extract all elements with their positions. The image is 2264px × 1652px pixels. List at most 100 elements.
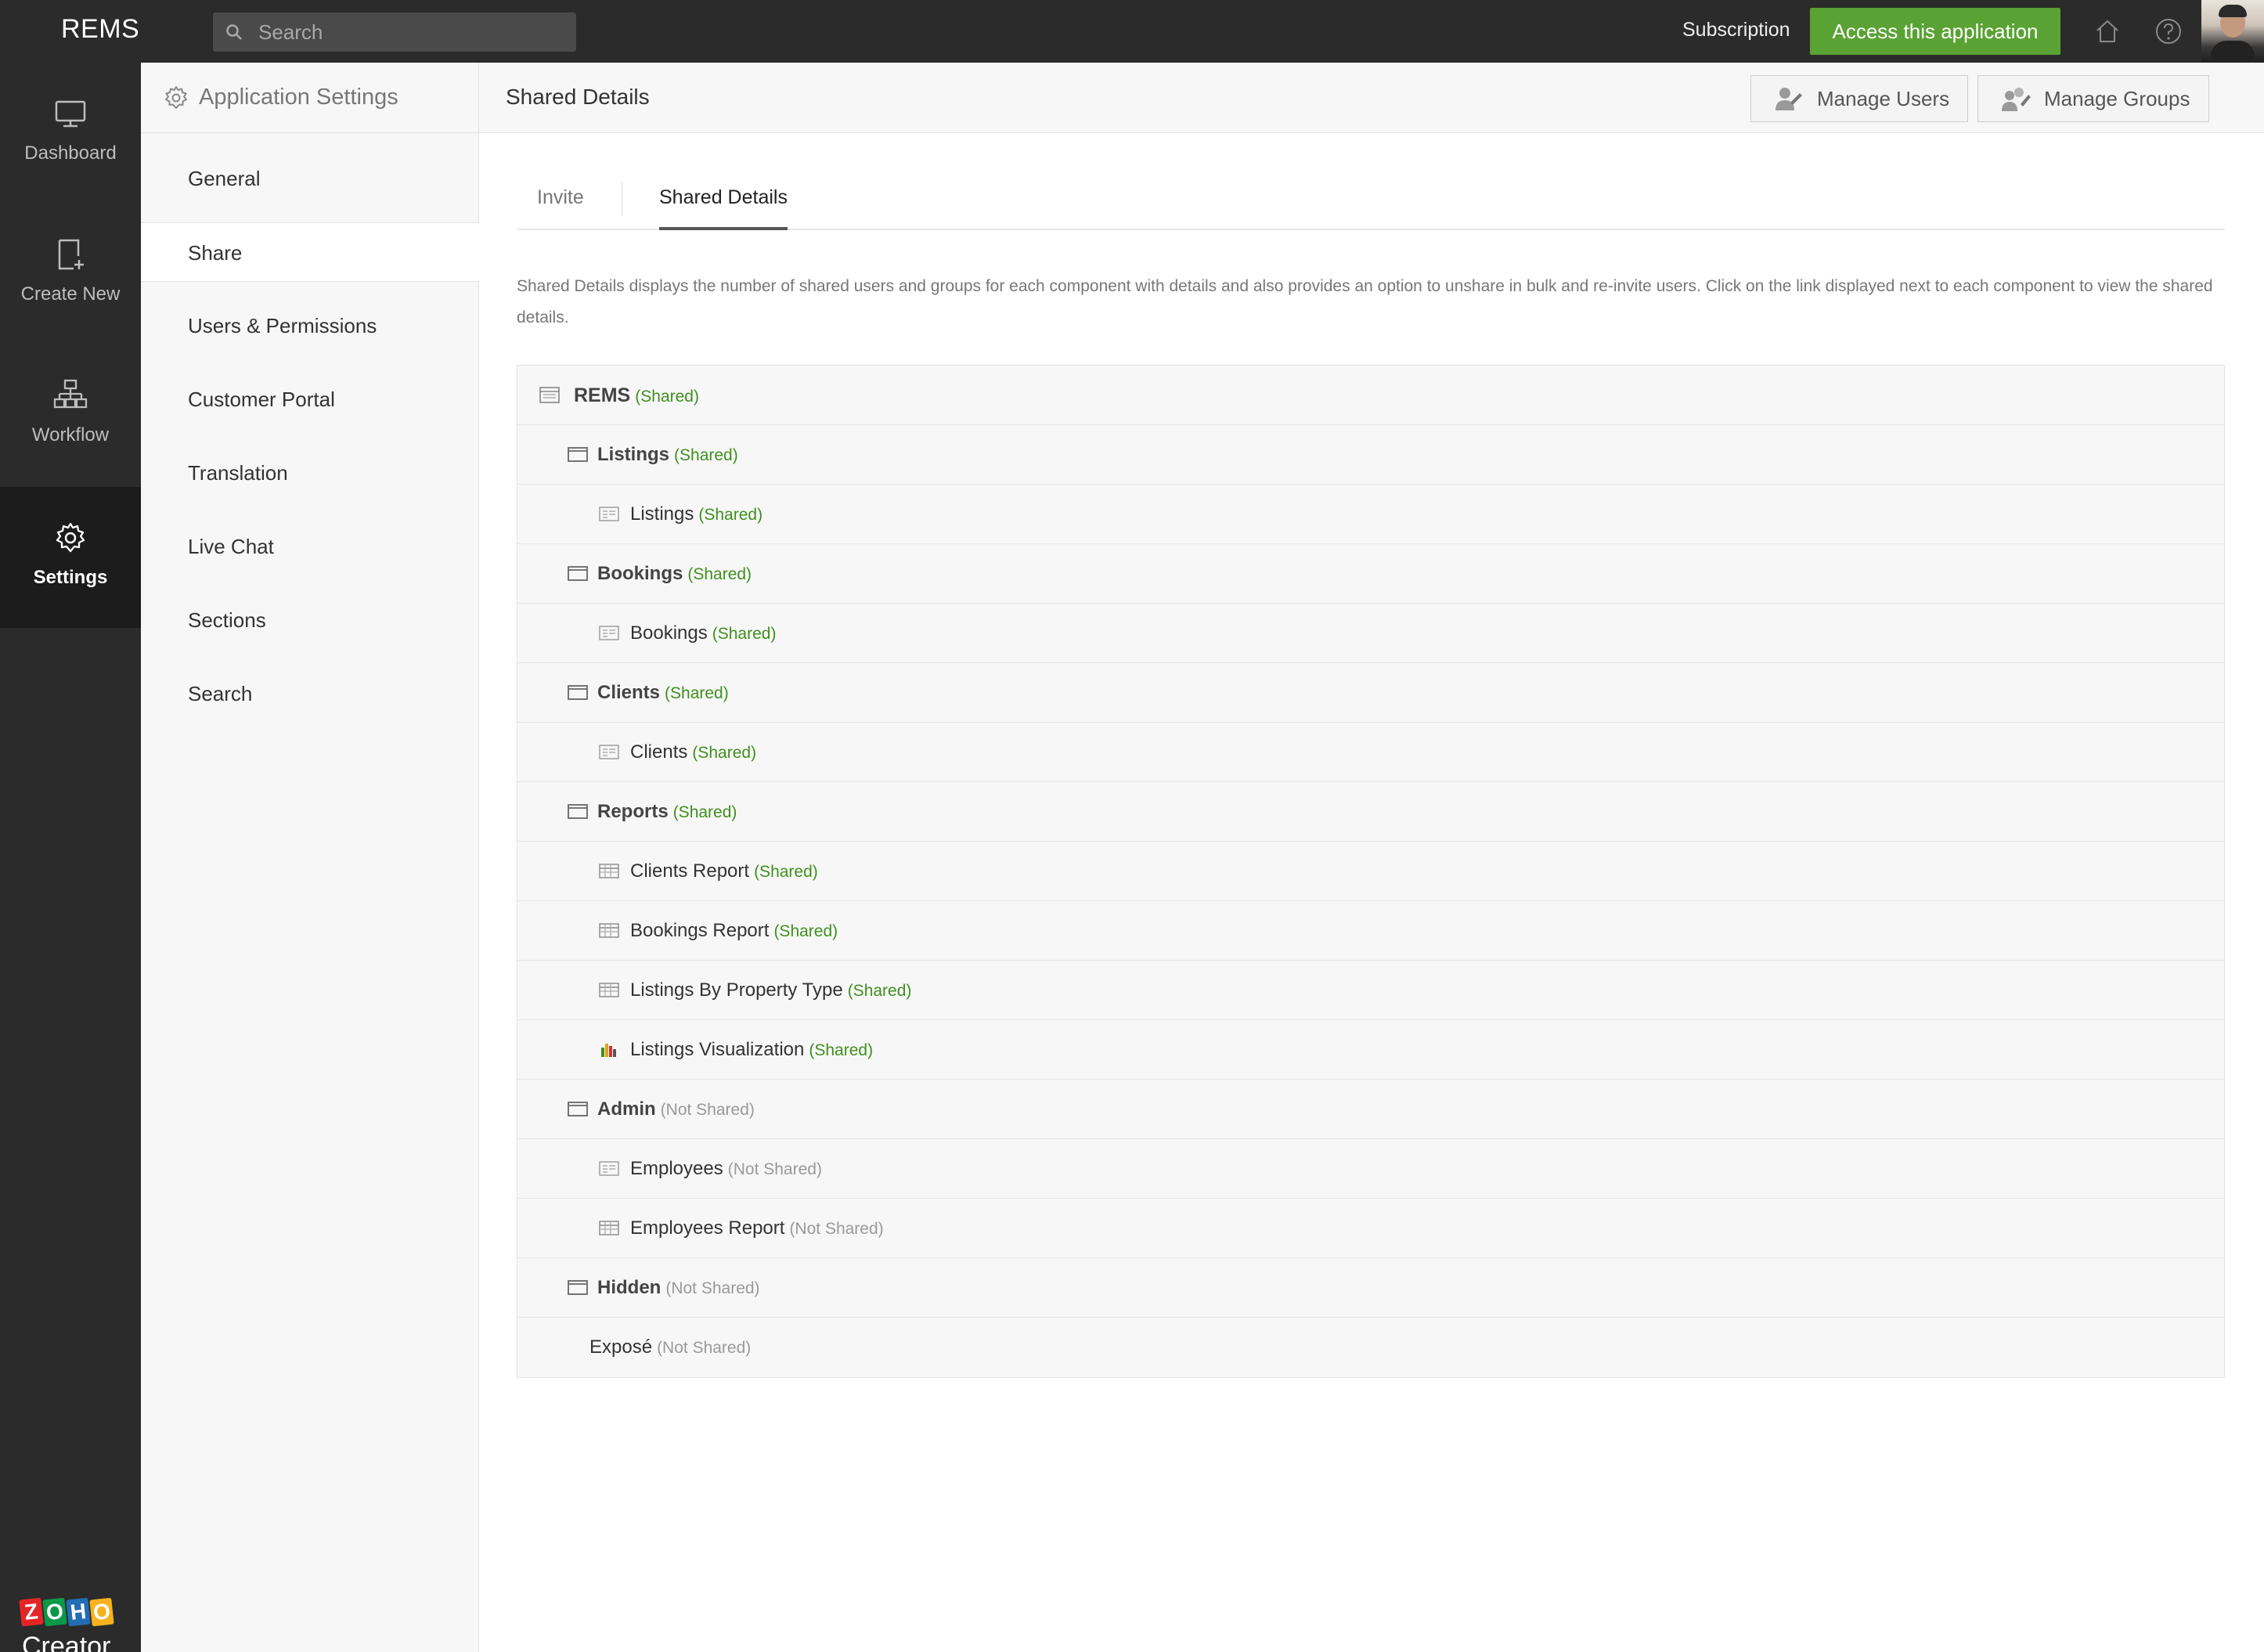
component-name: Employees	[630, 1158, 723, 1179]
share-status-link[interactable]: (Shared)	[773, 922, 838, 940]
section-icon	[568, 447, 588, 462]
manage-groups-button[interactable]: Manage Groups	[1977, 75, 2209, 122]
tree-row[interactable]: REMS (Shared)	[517, 366, 2224, 425]
search-input[interactable]	[258, 19, 564, 45]
component-name: Admin	[597, 1098, 656, 1120]
top-bar: REMS Subscription Access this applicatio…	[0, 0, 2264, 63]
component-name: Employees Report	[630, 1217, 785, 1239]
tree-row[interactable]: Hidden (Not Shared)	[517, 1258, 2224, 1318]
tab-shared-details[interactable]: Shared Details	[659, 186, 788, 230]
tree-row[interactable]: Employees Report (Not Shared)	[517, 1199, 2224, 1258]
tree-row[interactable]: Bookings (Shared)	[517, 544, 2224, 604]
nav-label: Settings	[33, 567, 108, 588]
tree-row[interactable]: Exposé (Not Shared)	[517, 1318, 2224, 1377]
tree-row[interactable]: Employees (Not Shared)	[517, 1139, 2224, 1199]
users-icon	[1776, 88, 1802, 110]
search-box[interactable]	[213, 13, 576, 52]
subscription-link[interactable]: Subscription	[1682, 19, 1790, 41]
form-icon	[599, 1161, 619, 1176]
component-name: Bookings	[597, 563, 683, 584]
home-icon[interactable]	[2093, 17, 2122, 45]
share-status-link[interactable]: (Shared)	[674, 446, 738, 464]
component-name: Bookings	[630, 622, 708, 644]
sidebar-item-sections[interactable]: Sections	[141, 590, 479, 650]
share-status-link[interactable]: (Shared)	[712, 625, 777, 643]
component-name: Listings	[597, 444, 670, 465]
component-name: Exposé	[589, 1336, 653, 1358]
nav-label: Create New	[20, 283, 121, 305]
manage-users-button[interactable]: Manage Users	[1750, 75, 1968, 122]
share-status-link[interactable]: (Shared)	[809, 1041, 873, 1059]
component-name: Listings By Property Type	[630, 979, 843, 1001]
section-icon	[568, 566, 588, 581]
component-name: Reports	[597, 801, 669, 822]
component-name: Clients	[597, 682, 661, 703]
share-status-link[interactable]: (Not Shared)	[665, 1279, 759, 1297]
sidebar-item-share[interactable]: Share	[141, 222, 480, 282]
nav-dashboard[interactable]: Dashboard	[0, 63, 141, 204]
form-icon	[599, 745, 619, 759]
share-status-link[interactable]: (Shared)	[698, 506, 762, 524]
tree-row[interactable]: Listings (Shared)	[517, 485, 2224, 544]
nav-create-new[interactable]: Create New	[0, 204, 141, 344]
share-status-link[interactable]: (Not Shared)	[661, 1101, 755, 1119]
tree-row[interactable]: Listings By Property Type (Shared)	[517, 961, 2224, 1020]
share-status-link[interactable]: (Not Shared)	[728, 1160, 822, 1178]
form-icon	[599, 507, 619, 521]
nav-settings[interactable]: Settings	[0, 487, 141, 628]
share-status-link[interactable]: (Shared)	[665, 684, 729, 702]
component-name: Hidden	[597, 1277, 662, 1298]
user-avatar[interactable]	[2201, 0, 2264, 63]
share-status-link[interactable]: (Shared)	[692, 744, 756, 762]
workflow-icon	[53, 379, 88, 409]
monitor-icon	[55, 100, 86, 128]
sidebar-item-users-permissions[interactable]: Users & Permissions	[141, 296, 479, 355]
create-new-icon	[58, 239, 84, 270]
tab-bar: Invite Shared Details	[517, 179, 2225, 230]
share-status-link[interactable]: (Not Shared)	[657, 1339, 751, 1357]
report-icon	[599, 983, 619, 997]
component-name: Bookings Report	[630, 920, 770, 941]
app-icon	[539, 387, 560, 403]
tree-row[interactable]: Listings (Shared)	[517, 425, 2224, 485]
left-nav: Dashboard Create New Workflow Settings Z…	[0, 63, 141, 1652]
tab-invite[interactable]: Invite	[537, 186, 584, 230]
section-icon	[568, 804, 588, 819]
app-name[interactable]: REMS	[61, 14, 139, 45]
component-name: Clients Report	[630, 860, 750, 882]
report-icon	[599, 864, 619, 878]
report-icon	[599, 923, 619, 938]
section-icon	[568, 1102, 588, 1116]
shared-components-tree: REMS (Shared) Listings (Shared) Listings (Sha…	[517, 365, 2225, 1378]
tree-row[interactable]: Clients (Shared)	[517, 723, 2224, 782]
component-name: Clients	[630, 741, 688, 763]
help-icon[interactable]	[2154, 17, 2183, 45]
tree-row[interactable]: Bookings (Shared)	[517, 604, 2224, 663]
sidebar-item-customer-portal[interactable]: Customer Portal	[141, 370, 479, 429]
tree-row[interactable]: Clients Report (Shared)	[517, 842, 2224, 901]
report-icon	[599, 1221, 619, 1235]
tree-row[interactable]: Listings Visualization (Shared)	[517, 1020, 2224, 1080]
tree-row[interactable]: Reports (Shared)	[517, 782, 2224, 842]
share-status-link[interactable]: (Shared)	[673, 803, 737, 821]
share-status-link[interactable]: (Shared)	[687, 565, 752, 583]
gear-icon	[165, 86, 187, 109]
tree-row[interactable]: Clients (Shared)	[517, 663, 2224, 723]
search-icon	[226, 24, 242, 40]
sidebar-item-general[interactable]: General	[141, 149, 479, 208]
access-application-button[interactable]: Access this application	[1810, 8, 2060, 55]
settings-header: Application Settings	[141, 63, 479, 133]
share-status-link[interactable]: (Not Shared)	[789, 1220, 883, 1238]
zoho-creator-logo: Z O H O Creator	[17, 1597, 127, 1652]
share-status-link[interactable]: (Shared)	[635, 388, 699, 406]
share-status-link[interactable]: (Shared)	[754, 863, 818, 881]
tree-row[interactable]: Bookings Report (Shared)	[517, 901, 2224, 961]
sidebar-item-search[interactable]: Search	[141, 664, 479, 723]
nav-workflow[interactable]: Workflow	[0, 344, 141, 485]
sidebar-item-live-chat[interactable]: Live Chat	[141, 517, 479, 576]
section-icon	[568, 1280, 588, 1295]
tree-row[interactable]: Admin (Not Shared)	[517, 1080, 2224, 1139]
gear-icon	[56, 522, 85, 553]
sidebar-item-translation[interactable]: Translation	[141, 443, 479, 503]
share-status-link[interactable]: (Shared)	[848, 982, 912, 1000]
